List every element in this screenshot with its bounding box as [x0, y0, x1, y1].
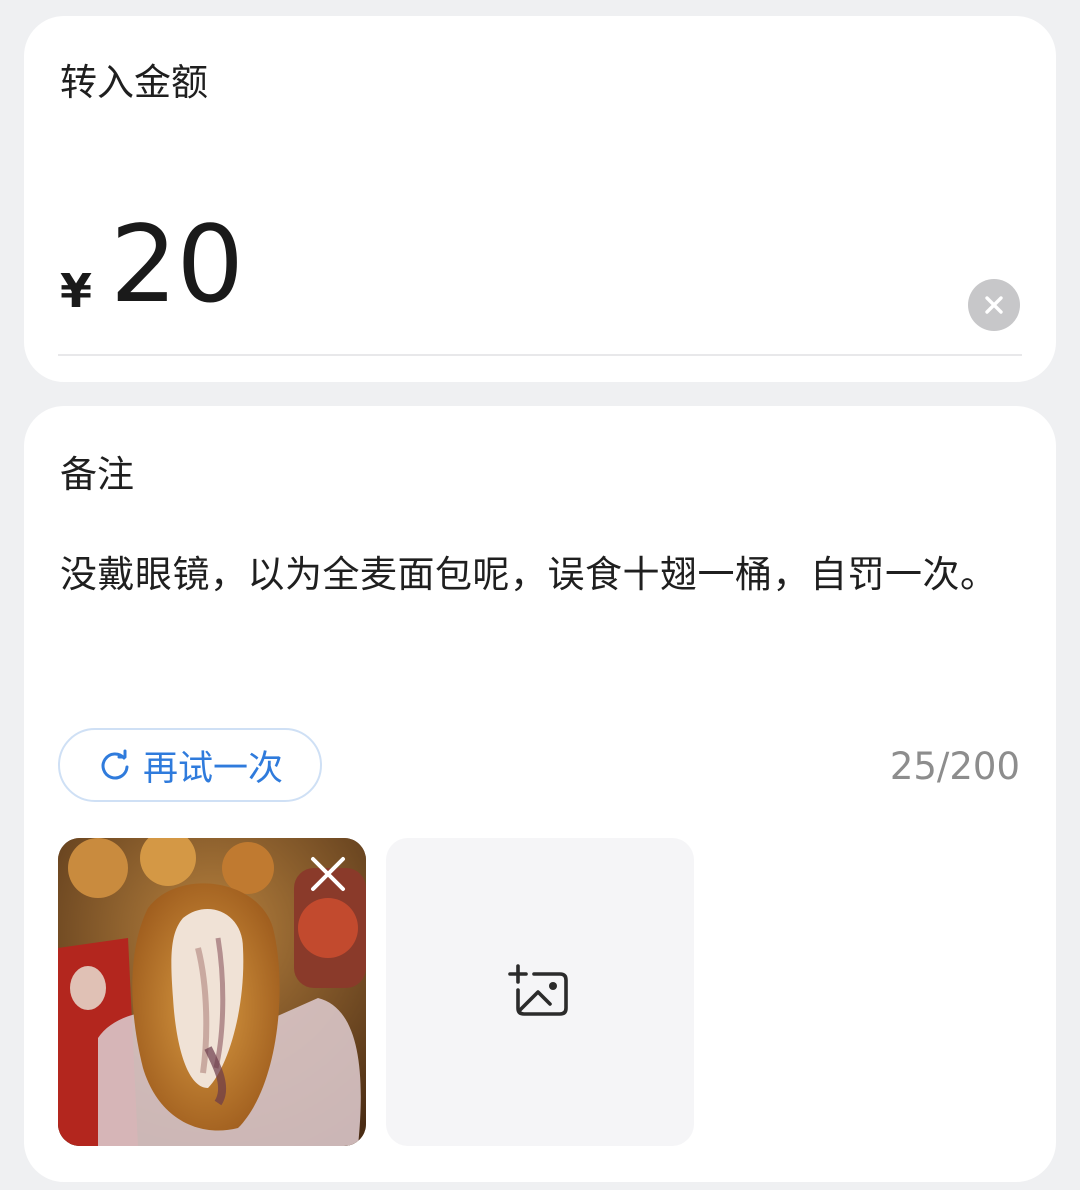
remark-label: 备注	[60, 453, 134, 496]
clear-circle-icon	[985, 296, 1003, 314]
retry-label: 再试一次	[142, 748, 283, 789]
amount-card: 转入金额 ¥ 20	[24, 16, 1056, 382]
close-icon	[311, 857, 345, 891]
retry-button[interactable]: 再试一次	[58, 728, 322, 802]
refresh-icon	[101, 749, 129, 780]
remark-card: 备注 没戴眼镜，以为全麦面包呢，误食十翅一桶，自罚一次。 再试一次 25/200	[24, 406, 1056, 1182]
add-image-icon	[508, 964, 568, 1016]
remove-photo-button[interactable]	[300, 846, 356, 902]
amount-label: 转入金额	[60, 61, 208, 104]
amount-input[interactable]: 20	[110, 212, 244, 318]
attached-photo[interactable]	[58, 838, 366, 1146]
add-image-button[interactable]	[386, 838, 694, 1146]
amount-underline	[58, 354, 1022, 356]
remark-input[interactable]: 没戴眼镜，以为全麦面包呢，误食十翅一桶，自罚一次。	[60, 544, 1020, 606]
currency-symbol: ¥	[60, 264, 93, 318]
clear-amount-button[interactable]	[968, 279, 1020, 331]
char-counter: 25/200	[889, 745, 1020, 788]
